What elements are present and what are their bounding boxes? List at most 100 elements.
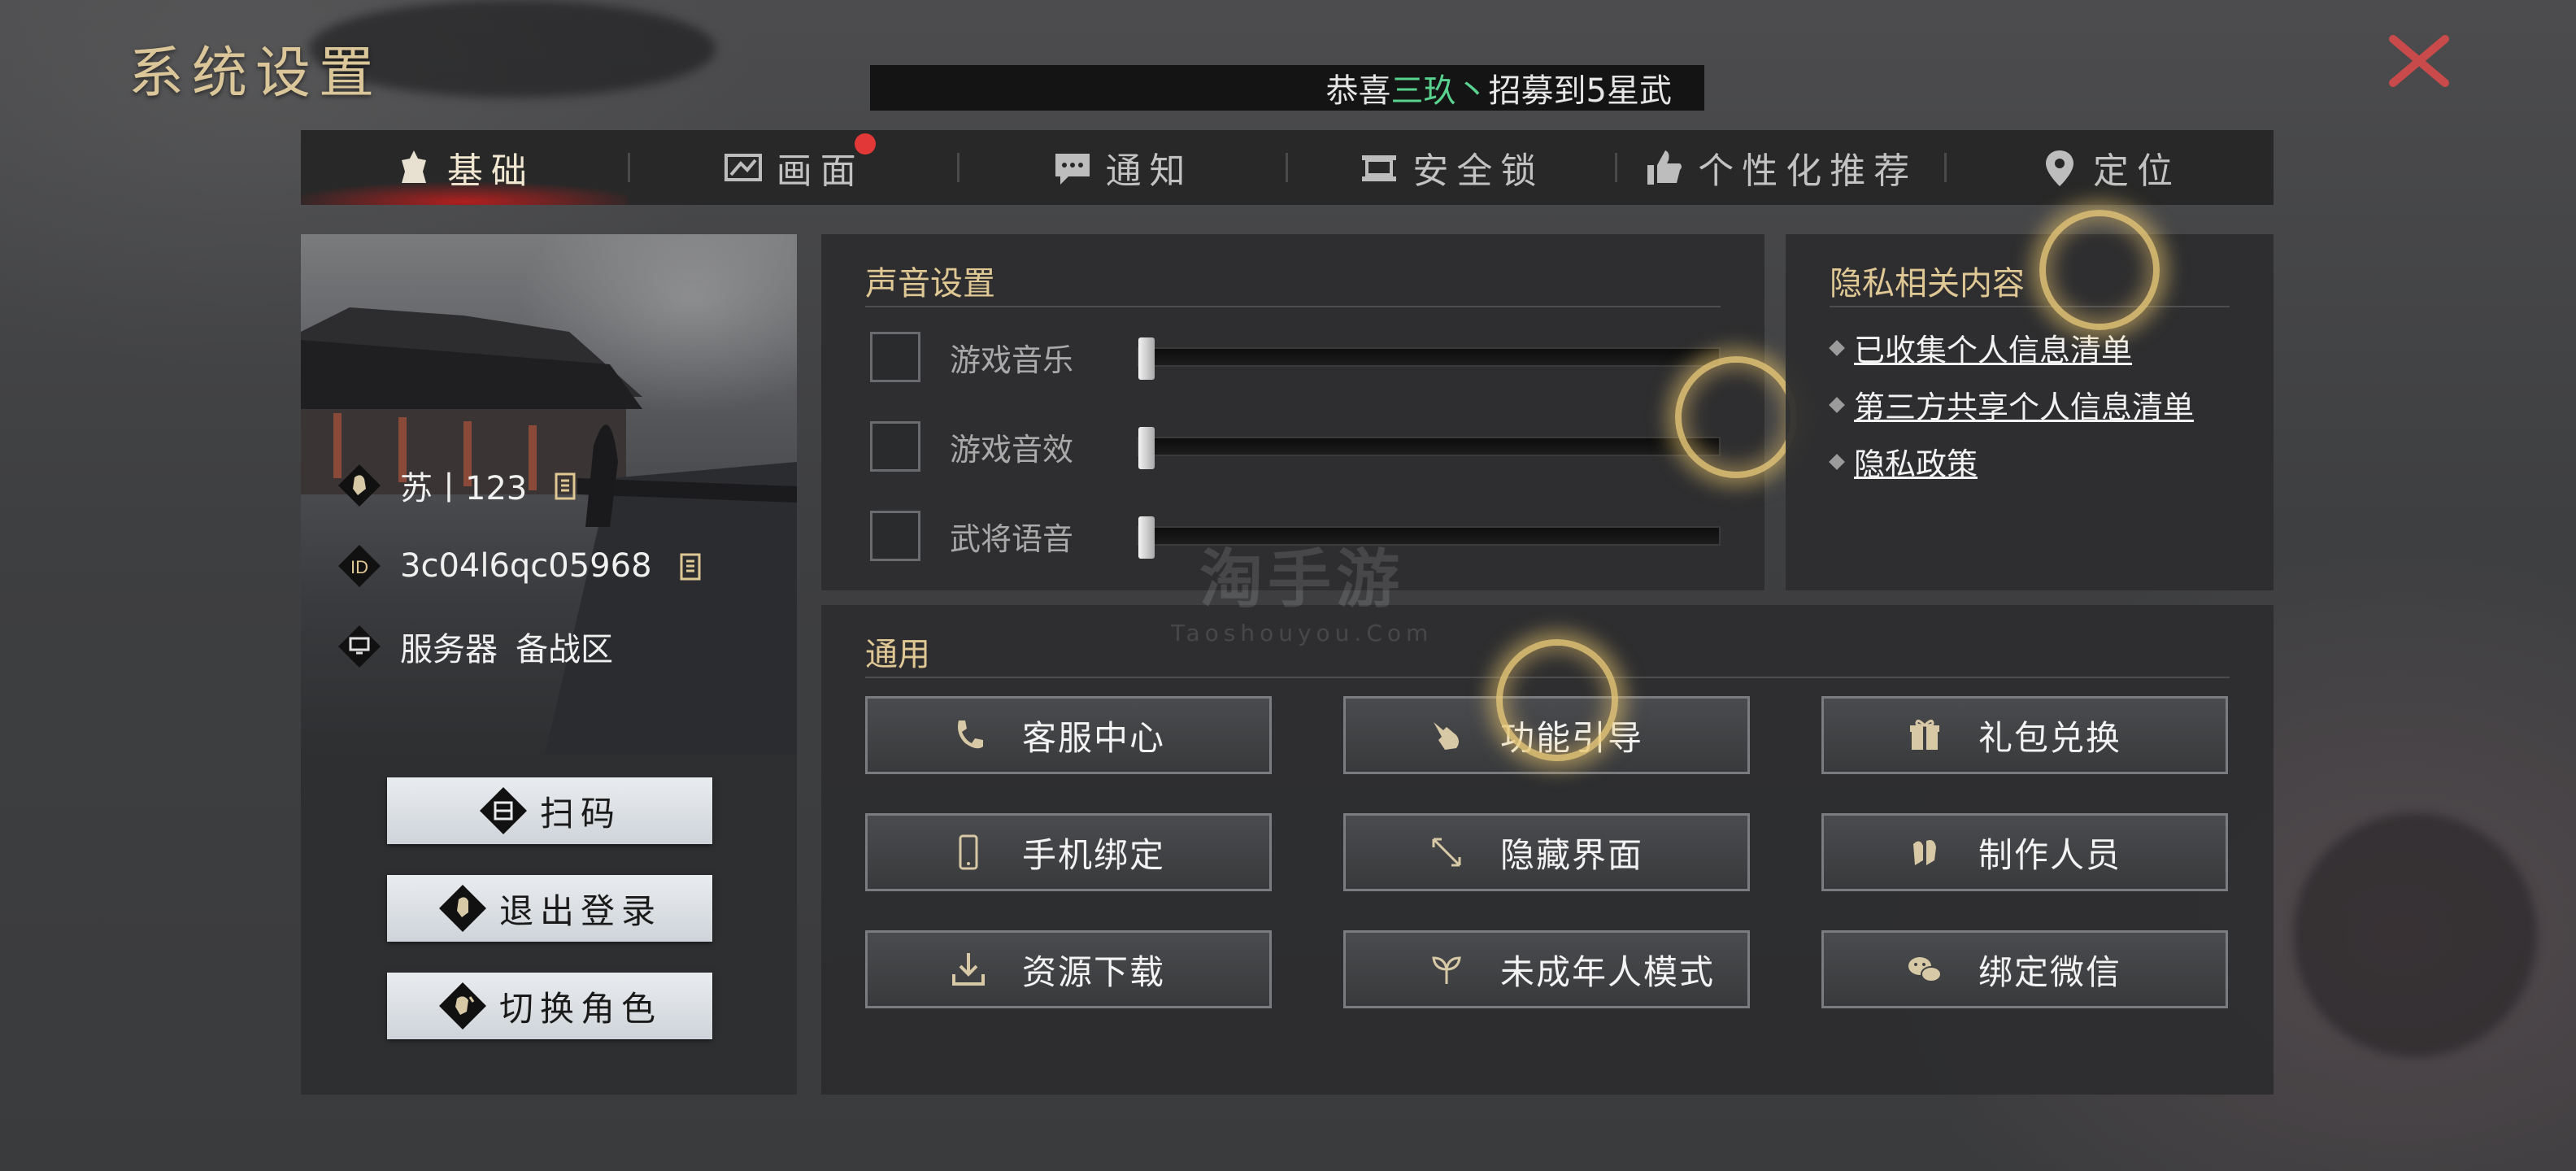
profile-panel: 苏丨123 ID 3c04l6qc05968 服务器 备战区 扫码 退出登录 切… [301, 234, 797, 1095]
close-icon [2389, 35, 2449, 87]
divider [1830, 306, 2230, 307]
tab-label: 安全锁 [1412, 150, 1545, 192]
tab-basic[interactable]: 基础 [301, 130, 628, 205]
close-button[interactable] [2382, 31, 2456, 91]
marquee-prefix: 恭喜 [1325, 72, 1391, 110]
server-row: 服务器 备战区 [337, 623, 613, 670]
slider-thumb[interactable] [1138, 337, 1155, 380]
id-badge-icon: ID [338, 545, 381, 587]
switch-character-icon [438, 982, 486, 1030]
gift-code-redeem-button[interactable]: 礼包兑换 [1821, 696, 2228, 774]
sound-settings-title: 声音设置 [865, 265, 995, 303]
settings-tab-bar: 基础 画面 通知 安全锁 个性化推荐 定位 [301, 130, 2274, 205]
privacy-title: 隐私相关内容 [1830, 265, 2025, 303]
general-panel: 通用 客服中心 功能引导 礼包兑换 手机绑定 隐藏界面 制作人员 资源下载 未成… [821, 605, 2274, 1095]
logout-button[interactable]: 退出登录 [387, 875, 712, 942]
tab-label: 个性化推荐 [1698, 150, 1918, 192]
switch-role-label: 切换角色 [498, 988, 662, 1029]
tab-notification[interactable]: 通知 [959, 130, 1286, 205]
privacy-policy-link[interactable]: 隐私政策 [1829, 439, 1978, 484]
pointing-hand-icon [1434, 722, 1459, 750]
link-label: 隐私政策 [1854, 446, 1978, 482]
tab-label: 画面 [776, 150, 864, 192]
player-id-row: ID 3c04l6qc05968 [337, 543, 706, 589]
tab-display[interactable]: 画面 [630, 130, 957, 205]
tab-label: 通知 [1105, 150, 1194, 192]
music-label: 游戏音乐 [950, 342, 1074, 378]
tab-security-lock[interactable]: 安全锁 [1288, 130, 1615, 205]
scan-code-label: 扫码 [539, 793, 621, 834]
tab-label: 定位 [2093, 150, 2182, 192]
qr-scan-icon [479, 787, 527, 834]
tab-location[interactable]: 定位 [1947, 130, 2274, 205]
divider [865, 306, 1721, 307]
switch-role-button[interactable]: 切换角色 [387, 973, 712, 1039]
copy-icon[interactable] [553, 469, 581, 502]
sound-effects-volume-slider[interactable] [1137, 427, 1721, 469]
sprout-icon [1432, 956, 1461, 984]
third-party-info-list-link[interactable]: 第三方共享个人信息清单 [1829, 382, 2195, 427]
button-label: 未成年人模式 [1500, 951, 1716, 992]
bullet-icon [1829, 453, 1845, 470]
tutorial-highlight-ring [1496, 639, 1618, 761]
character-silhouette-icon [438, 885, 486, 932]
general-voice-label: 武将语音 [950, 520, 1074, 557]
location-pin-icon [2046, 150, 2074, 186]
button-label: 客服中心 [1022, 717, 1166, 758]
team-icon [1913, 840, 1936, 865]
announcement-marquee: 恭喜 三玖丶 招募到5星武 [870, 65, 1704, 111]
tutorial-highlight-ring [1675, 356, 1797, 478]
player-id: 3c04l6qc05968 [400, 547, 652, 585]
phone-binding-button[interactable]: 手机绑定 [865, 813, 1272, 891]
button-label: 绑定微信 [1978, 951, 2122, 992]
bind-wechat-button[interactable]: 绑定微信 [1821, 930, 2228, 1008]
sound-row-music: 游戏音乐 [870, 332, 1721, 382]
music-checkbox[interactable] [870, 332, 920, 382]
customer-service-button[interactable]: 客服中心 [865, 696, 1272, 774]
player-name-row: 苏丨123 [337, 462, 581, 509]
sound-effects-label: 游戏音效 [950, 431, 1074, 468]
sound-row-effects: 游戏音效 [870, 421, 1721, 472]
link-label: 已收集个人信息清单 [1854, 333, 2133, 368]
lock-bar-icon [1362, 155, 1397, 181]
general-voice-checkbox[interactable] [870, 511, 920, 561]
slider-thumb[interactable] [1138, 516, 1155, 559]
slider-thumb[interactable] [1138, 427, 1155, 469]
logout-label: 退出登录 [498, 890, 662, 931]
phone-handset-icon [958, 720, 983, 749]
player-name: 苏丨123 [400, 470, 528, 507]
tutorial-highlight-ring [2039, 210, 2160, 330]
server-value: 备战区 [516, 631, 613, 668]
link-label: 第三方共享个人信息清单 [1854, 390, 2195, 425]
resize-arrows-icon [1432, 838, 1461, 867]
marquee-player-name: 三玖丶 [1390, 72, 1489, 110]
copy-icon[interactable] [678, 550, 706, 582]
sound-effects-checkbox[interactable] [870, 421, 920, 472]
chat-bubble-icon [1055, 154, 1090, 185]
music-volume-slider[interactable] [1137, 337, 1721, 380]
tab-personalized-recommend[interactable]: 个性化推荐 [1617, 130, 1944, 205]
gift-icon [1910, 720, 1939, 750]
computer-icon [338, 625, 381, 668]
button-label: 资源下载 [1022, 951, 1166, 992]
collected-info-list-link[interactable]: 已收集个人信息清单 [1829, 325, 2133, 370]
ink-wash-decoration [2293, 813, 2537, 1057]
marquee-suffix: 招募到5星武 [1488, 72, 1672, 110]
wechat-icon [1908, 957, 1942, 982]
helmet-icon [401, 150, 426, 183]
resource-download-button[interactable]: 资源下载 [865, 930, 1272, 1008]
bullet-icon [1829, 339, 1845, 356]
page-title: 系统设置 [128, 41, 383, 106]
privacy-panel: 隐私相关内容 已收集个人信息清单 第三方共享个人信息清单 隐私政策 [1786, 210, 2274, 590]
button-label: 制作人员 [1978, 834, 2122, 875]
thumbs-up-icon [1647, 150, 1682, 185]
watermark-logo-text: 淘手游 [1199, 543, 1405, 616]
minor-mode-button[interactable]: 未成年人模式 [1343, 930, 1750, 1008]
button-label: 隐藏界面 [1500, 834, 1644, 875]
hide-interface-button[interactable]: 隐藏界面 [1343, 813, 1750, 891]
credits-button[interactable]: 制作人员 [1821, 813, 2228, 891]
mobile-phone-icon [959, 834, 978, 870]
scan-code-button[interactable]: 扫码 [387, 777, 712, 844]
bullet-icon [1829, 396, 1845, 413]
watermark: 淘手游 Taoshouyou.Com [1171, 529, 1433, 646]
